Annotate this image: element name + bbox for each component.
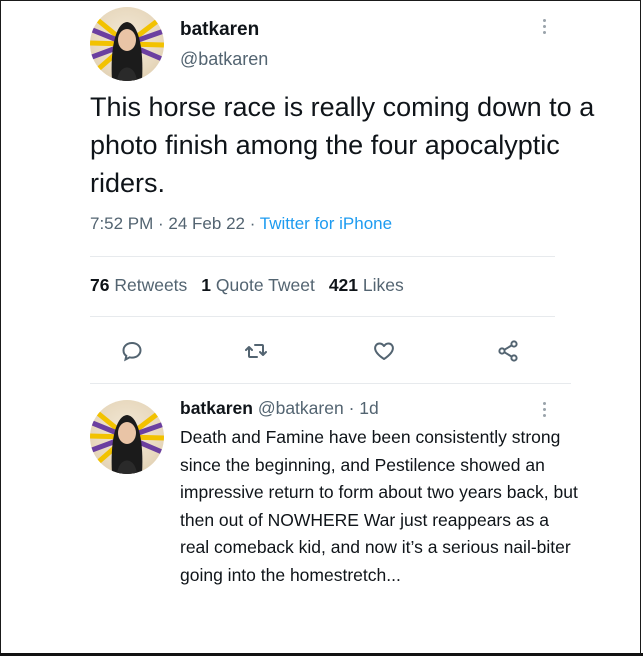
- heart-icon: [374, 342, 394, 360]
- share-icon: [498, 340, 518, 362]
- tweet-meta: 7:52 PM · 24 Feb 22 · Twitter for iPhone: [90, 214, 392, 234]
- likes-stat[interactable]: 421 Likes: [329, 275, 404, 296]
- share-button[interactable]: [494, 337, 522, 365]
- tweet-text: This horse race is really coming down to…: [90, 92, 595, 198]
- divider: [90, 383, 571, 384]
- retweets-stat[interactable]: 76 Retweets: [90, 275, 187, 296]
- tweet-source-link[interactable]: Twitter for iPhone: [260, 214, 392, 233]
- reply-icon: [122, 341, 142, 362]
- reply-handle[interactable]: @batkaren: [258, 398, 344, 418]
- more-icon[interactable]: [540, 402, 548, 417]
- action-bar: [118, 337, 538, 365]
- reply-text: Death and Famine have been consistently …: [180, 427, 578, 585]
- like-button[interactable]: [370, 337, 398, 365]
- reply-header: batkaren @batkaren · 1d: [180, 398, 379, 419]
- divider: [90, 316, 555, 317]
- retweet-icon: [245, 344, 267, 358]
- tweet-stats: 76 Retweets 1 Quote Tweet 421 Likes: [90, 275, 404, 296]
- reply-button[interactable]: [118, 337, 146, 365]
- user-handle[interactable]: @batkaren: [180, 49, 268, 70]
- display-name[interactable]: batkaren: [180, 19, 259, 41]
- tweet-timestamp[interactable]: 7:52 PM · 24 Feb 22 ·: [90, 214, 260, 233]
- avatar[interactable]: [90, 7, 164, 81]
- divider: [90, 256, 555, 257]
- quote-tweets-stat[interactable]: 1 Quote Tweet: [201, 275, 315, 296]
- avatar-image: [90, 408, 164, 474]
- reply-avatar[interactable]: [90, 400, 164, 474]
- reply-display-name[interactable]: batkaren: [180, 398, 253, 418]
- more-icon[interactable]: [540, 19, 548, 34]
- reply-timestamp[interactable]: · 1d: [349, 398, 379, 418]
- avatar-image: [90, 15, 164, 81]
- retweet-button[interactable]: [242, 337, 270, 365]
